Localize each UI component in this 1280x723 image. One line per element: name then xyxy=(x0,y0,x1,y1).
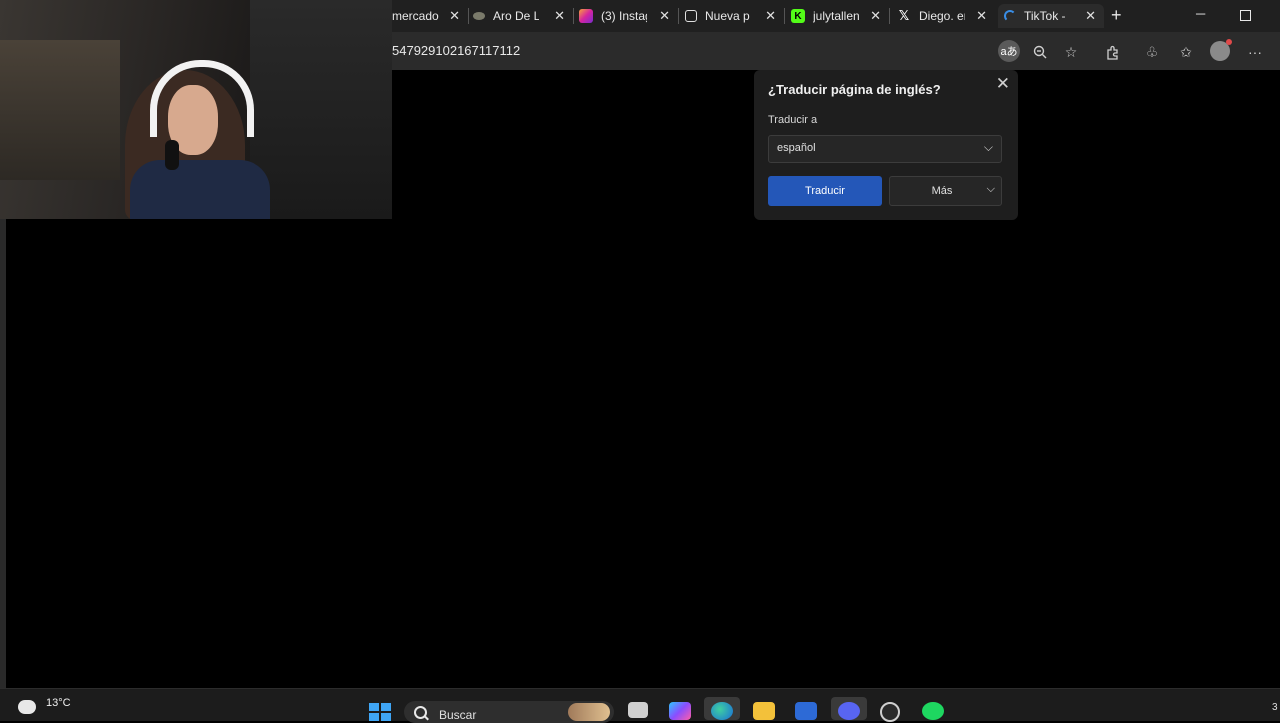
tab-instagram[interactable]: (3) Instag ✕ xyxy=(579,4,679,28)
restore-icon[interactable] xyxy=(1240,10,1251,21)
search-highlight-image xyxy=(568,703,610,721)
tab-title: TikTok - xyxy=(1024,9,1066,23)
translate-popup: ¿Traducir página de inglés? ✕ Traducir a… xyxy=(754,70,1018,220)
background-door xyxy=(250,0,392,219)
system-tray-text: 3 xyxy=(1272,702,1278,713)
tab-separator xyxy=(784,8,785,24)
tab-kick[interactable]: K julytallen ✕ xyxy=(791,4,890,28)
new-tab-button[interactable]: + xyxy=(1111,5,1122,26)
tab-nueva-pestana[interactable]: Nueva p ✕ xyxy=(685,4,785,28)
tab-separator xyxy=(573,8,574,24)
spotify-icon[interactable] xyxy=(922,702,944,720)
weather-widget[interactable]: 13°C xyxy=(18,694,71,714)
tab-title: Aro De L xyxy=(493,9,539,23)
tab-separator xyxy=(889,8,890,24)
tab-x[interactable]: 𝕏 Diego. en ✕ xyxy=(897,4,987,28)
tab-close-icon[interactable]: ✕ xyxy=(765,8,776,24)
webcam-overlay xyxy=(0,0,392,219)
selected-language: español xyxy=(777,142,816,154)
tab-close-icon[interactable]: ✕ xyxy=(449,8,460,24)
address-bar-url[interactable]: 547929102167117112 xyxy=(392,43,520,58)
discord-icon[interactable] xyxy=(838,702,860,720)
more-options-icon[interactable]: ··· xyxy=(1245,42,1265,62)
minimize-icon[interactable]: ─ xyxy=(1196,6,1205,21)
translate-icon[interactable]: aあ xyxy=(998,40,1020,62)
background-shelf xyxy=(0,40,120,180)
product-favicon-icon xyxy=(473,12,485,20)
loading-icon xyxy=(1004,10,1016,22)
x-icon: 𝕏 xyxy=(898,8,910,23)
language-select[interactable]: español ⌵ xyxy=(768,135,1002,163)
chevron-down-icon: ⌵ xyxy=(986,183,995,195)
translate-button[interactable]: Traducir xyxy=(768,176,882,206)
extensions-icon[interactable] xyxy=(1102,42,1122,62)
more-options-label: Más xyxy=(931,185,953,197)
page-left-edge xyxy=(0,219,6,688)
tab-aro[interactable]: Aro De L ✕ xyxy=(473,4,574,28)
translate-popup-title: ¿Traducir página de inglés? xyxy=(768,82,941,97)
zoom-out-icon[interactable] xyxy=(1030,42,1050,62)
webpage-content xyxy=(0,219,1280,688)
tab-close-icon[interactable]: ✕ xyxy=(1085,8,1096,24)
headset-icon xyxy=(150,60,254,137)
tab-close-icon[interactable]: ✕ xyxy=(870,8,881,24)
tab-separator xyxy=(468,8,469,24)
tab-separator xyxy=(678,8,679,24)
weather-cloud-icon xyxy=(18,694,36,714)
more-options-button[interactable]: Más ⌵ xyxy=(889,176,1002,206)
favorites-icon[interactable]: ✩ xyxy=(1176,42,1196,62)
instagram-icon xyxy=(579,9,593,23)
search-icon xyxy=(414,706,427,719)
favorite-star-icon[interactable]: ☆ xyxy=(1061,42,1081,62)
windows-start-icon[interactable] xyxy=(369,703,391,721)
tab-title: Nueva p xyxy=(705,9,750,23)
tab-close-icon[interactable]: ✕ xyxy=(554,8,565,24)
tab-mercado[interactable]: mercado ✕ xyxy=(392,4,469,28)
streamer-body xyxy=(130,160,270,219)
task-view-icon[interactable] xyxy=(628,702,648,718)
tab-close-icon[interactable]: ✕ xyxy=(659,8,670,24)
file-explorer-icon[interactable] xyxy=(753,702,775,720)
obs-icon[interactable] xyxy=(880,702,900,722)
tab-title: mercado xyxy=(392,9,439,23)
store-icon[interactable] xyxy=(795,702,817,720)
newtab-icon xyxy=(685,10,697,22)
copilot-icon[interactable]: ♧ xyxy=(1142,42,1162,62)
close-icon[interactable]: ✕ xyxy=(996,74,1010,94)
tab-title: Diego. en xyxy=(919,9,965,23)
profile-icon[interactable] xyxy=(1210,39,1232,61)
target-language-label: Traducir a xyxy=(768,114,818,126)
chevron-down-icon: ⌵ xyxy=(983,140,993,154)
tab-close-icon[interactable]: ✕ xyxy=(976,8,987,24)
copilot-app-icon[interactable] xyxy=(669,702,691,720)
kick-icon: K xyxy=(791,9,805,23)
edge-icon[interactable] xyxy=(711,702,733,720)
weather-temperature: 13°C xyxy=(46,697,71,709)
tab-title: julytallen xyxy=(813,9,859,23)
microphone-icon xyxy=(165,140,179,170)
tab-title: (3) Instag xyxy=(601,9,647,23)
tab-tiktok[interactable]: TikTok - ✕ xyxy=(998,4,1104,28)
